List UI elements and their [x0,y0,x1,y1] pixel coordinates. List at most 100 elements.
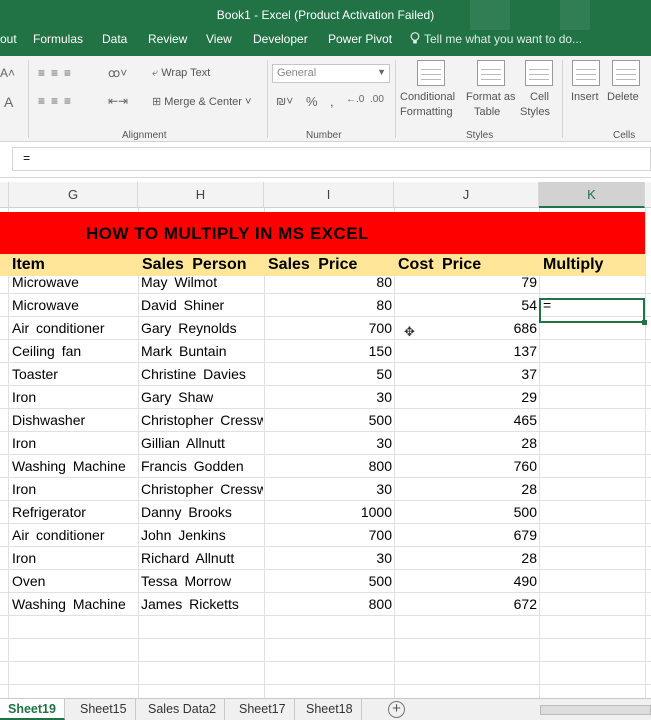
sheet-tab-sheet18[interactable]: Sheet18 [298,699,362,720]
wrap-text-button[interactable]: ⤶ Wrap Text [152,67,210,80]
cell-cost-price[interactable]: 672 [396,593,537,616]
cell-sales-price[interactable]: 800 [266,455,392,478]
delete-cells-icon[interactable] [612,60,640,86]
cell-item[interactable]: Iron [12,386,136,409]
cell-cost-price[interactable]: 54 [396,294,537,317]
cell-sales-person[interactable]: Gary Shaw [141,386,263,409]
cell-sales-person[interactable]: Tessa Morrow [141,570,263,593]
cell-multiply[interactable] [543,501,643,524]
cell-sales-price[interactable]: 30 [266,478,392,501]
cell-item[interactable]: Microwave [12,294,136,317]
orientation-icon[interactable]: ꝏ˅ [108,66,127,80]
cell-sales-price[interactable]: 150 [266,340,392,363]
format-as-table-label[interactable]: Format as [466,91,516,103]
cell-cost-price[interactable]: 760 [396,455,537,478]
cell-sales-price[interactable]: 800 [266,593,392,616]
cell-cost-price[interactable]: 490 [396,570,537,593]
title-banner[interactable]: HOW TO MULTIPLY IN MS EXCEL [0,212,645,254]
cell-sales-price[interactable]: 30 [266,386,392,409]
cell-multiply[interactable] [543,478,643,501]
sheet-tab-sheet15[interactable]: Sheet15 [72,699,136,720]
merge-center-button[interactable]: ⊞ Merge & Center ˅ [152,95,251,108]
cell-sales-person[interactable]: Christine Davies [141,363,263,386]
cell-styles-icon[interactable] [525,60,553,86]
cell-sales-person[interactable]: John Jenkins [141,524,263,547]
cell-cost-price[interactable]: 28 [396,478,537,501]
sheet-tab-sheet17[interactable]: Sheet17 [231,699,295,720]
cell-multiply[interactable] [543,593,643,616]
cell-sales-person[interactable]: Gary Reynolds [141,317,263,340]
conditional-formatting-label-2[interactable]: Formatting [400,106,453,118]
cell-item[interactable]: Air conditioner [12,317,136,340]
cell-multiply[interactable] [543,386,643,409]
cell-sales-price[interactable]: 500 [266,409,392,432]
formula-input[interactable]: = [12,147,651,171]
cell-item[interactable]: Air conditioner [12,524,136,547]
cell-sales-price[interactable]: 700 [266,524,392,547]
cell-multiply[interactable] [543,409,643,432]
cell-item[interactable]: Iron [12,432,136,455]
worksheet-grid[interactable]: HOW TO MULTIPLY IN MS EXCEL Item Sales P… [0,208,651,698]
column-header-k[interactable]: K [539,182,645,208]
format-as-table-label-2[interactable]: Table [474,106,500,118]
cell-sales-price[interactable]: 80 [266,294,392,317]
increase-decimal-icon[interactable]: ←.0 [346,94,364,105]
horizontal-scrollbar[interactable] [540,705,651,715]
tab-power-pivot[interactable]: Power Pivot [328,32,392,46]
format-as-table-icon[interactable] [477,60,505,86]
cell-item[interactable]: Iron [12,547,136,570]
cell-item[interactable]: Ceiling fan [12,340,136,363]
cell-sales-person[interactable]: James Ricketts [141,593,263,616]
cell-cost-price[interactable]: 28 [396,432,537,455]
column-header-j[interactable]: J [394,182,539,208]
cell-sales-person[interactable]: May Wilmot [141,271,263,294]
cell-cost-price[interactable]: 29 [396,386,537,409]
percent-style-icon[interactable]: % [306,94,318,109]
cell-item[interactable]: Iron [12,478,136,501]
cell-styles-label-2[interactable]: Styles [520,106,550,118]
sheet-tab-sales-data2[interactable]: Sales Data2 [140,699,226,720]
cell-sales-person[interactable]: Gillian Allnutt [141,432,263,455]
font-size-increase-icon[interactable]: A˄ [0,66,15,80]
accounting-format-icon[interactable]: ₪˅ [276,94,293,108]
tab-developer[interactable]: Developer [253,32,308,46]
cell-styles-label[interactable]: Cell [530,91,549,103]
cell-sales-price[interactable]: 1000 [266,501,392,524]
decrease-decimal-icon[interactable]: .00 [370,94,384,105]
add-sheet-icon[interactable]: + [388,701,405,718]
cell-item[interactable]: Toaster [12,363,136,386]
cell-sales-person[interactable]: Richard Allnutt [141,547,263,570]
cell-multiply[interactable] [543,455,643,478]
insert-label[interactable]: Insert [571,91,599,103]
cell-sales-person[interactable]: Danny Brooks [141,501,263,524]
cell-multiply[interactable] [543,363,643,386]
column-header-g[interactable]: G [9,182,138,208]
cell-sales-price[interactable]: 50 [266,363,392,386]
row-header-corner[interactable] [0,182,9,208]
conditional-formatting-icon[interactable] [417,60,445,86]
cell-cost-price[interactable]: 465 [396,409,537,432]
cell-sales-price[interactable]: 30 [266,432,392,455]
tab-view[interactable]: View [206,32,232,46]
comma-style-icon[interactable]: , [330,94,334,109]
cell-multiply[interactable] [543,547,643,570]
conditional-formatting-label[interactable]: Conditional [400,91,455,103]
cell-item[interactable]: Dishwasher [12,409,136,432]
tab-review[interactable]: Review [148,32,187,46]
column-header-h[interactable]: H [138,182,264,208]
cell-sales-person[interactable]: Mark Buntain [141,340,263,363]
tab-data[interactable]: Data [102,32,127,46]
cell-sales-person[interactable]: Francis Godden [141,455,263,478]
number-format-select[interactable]: General ▼ [272,64,390,83]
cell-multiply[interactable] [543,271,643,294]
delete-label[interactable]: Delete [607,91,639,103]
cell-sales-price[interactable]: 700 [266,317,392,340]
cell-item[interactable]: Washing Machine [12,593,136,616]
vertical-align-icons[interactable]: ≡≡≡ [38,66,77,80]
cell-cost-price[interactable]: 679 [396,524,537,547]
indent-icon[interactable]: ⇤⇥ [108,94,128,108]
column-header-i[interactable]: I [264,182,394,208]
cell-cost-price[interactable]: 79 [396,271,537,294]
cell-multiply[interactable] [543,570,643,593]
cell-sales-person[interactable]: Christopher Cressw [141,409,263,432]
